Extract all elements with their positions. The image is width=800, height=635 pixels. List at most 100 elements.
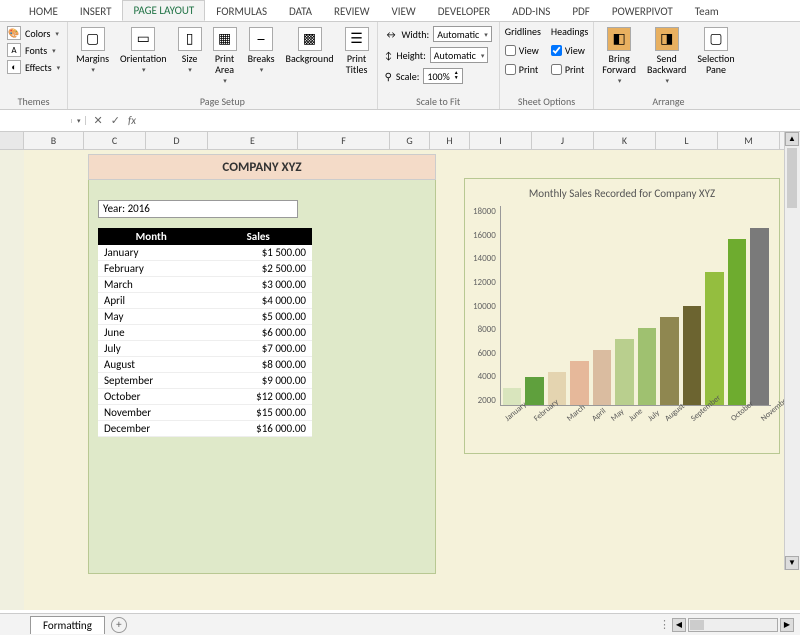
group-themes: 🎨Colors▾ AFonts▾ ◐Effects▾ Themes xyxy=(0,22,68,109)
headings-label: Headings xyxy=(551,25,588,38)
chart-bar xyxy=(638,328,657,405)
size-button[interactable]: ▯Size▾ xyxy=(175,25,205,76)
column-header[interactable]: C xyxy=(84,132,146,149)
tab-split-icon[interactable]: ⋮ xyxy=(659,618,670,631)
formula-bar: ▾ ✕ ✓ fx xyxy=(0,110,800,132)
spinner-icon[interactable]: ▲▼ xyxy=(454,71,459,81)
tab-home[interactable]: HOME xyxy=(18,1,69,21)
height-control[interactable]: ↕Height: Automatic▾ xyxy=(383,46,494,64)
scale-combo[interactable]: 100%▲▼ xyxy=(423,68,462,84)
bring-forward-button[interactable]: ◧Bring Forward▾ xyxy=(599,25,639,87)
table-row[interactable]: July$7 000.00 xyxy=(98,341,312,357)
scale-control[interactable]: ⚲Scale: 100%▲▼ xyxy=(383,67,494,85)
new-sheet-button[interactable]: + xyxy=(111,617,127,633)
chevron-down-icon: ▾ xyxy=(142,66,146,74)
year-cell[interactable]: Year: 2016 xyxy=(98,200,298,218)
height-combo[interactable]: Automatic▾ xyxy=(430,47,489,63)
chart[interactable]: Monthly Sales Recorded for Company XYZ 1… xyxy=(464,178,780,454)
chart-bar xyxy=(705,272,724,405)
table-row[interactable]: February$2 500.00 xyxy=(98,261,312,277)
column-header[interactable]: E xyxy=(208,132,298,149)
column-header[interactable]: K xyxy=(594,132,656,149)
orientation-button[interactable]: ▭Orientation▾ xyxy=(117,25,170,76)
chevron-down-icon: ▾ xyxy=(481,51,485,60)
column-header[interactable]: F xyxy=(298,132,390,149)
group-scale-to-fit: ↔Width: Automatic▾ ↕Height: Automatic▾ ⚲… xyxy=(378,22,500,109)
column-header[interactable]: L xyxy=(656,132,718,149)
background-button[interactable]: ▩Background xyxy=(283,25,337,66)
column-header[interactable]: B xyxy=(24,132,84,149)
fonts-button[interactable]: AFonts▾ xyxy=(5,42,62,58)
table-row[interactable]: May$5 000.00 xyxy=(98,309,312,325)
tab-add-ins[interactable]: ADD-INS xyxy=(501,1,561,21)
effects-button[interactable]: ◐Effects▾ xyxy=(5,59,62,75)
scroll-left-icon[interactable]: ◀ xyxy=(672,618,686,632)
tab-insert[interactable]: INSERT xyxy=(69,1,123,21)
print-area-button[interactable]: ▦Print Area▾ xyxy=(210,25,240,87)
width-combo[interactable]: Automatic▾ xyxy=(433,26,492,42)
table-row[interactable]: August$8 000.00 xyxy=(98,357,312,373)
margins-icon: ▢ xyxy=(81,27,105,51)
column-header[interactable]: M xyxy=(718,132,780,149)
name-box-dropdown-icon[interactable]: ▾ xyxy=(73,116,86,125)
margins-button[interactable]: ▢Margins▾ xyxy=(73,25,112,76)
group-page-setup: ▢Margins▾ ▭Orientation▾ ▯Size▾ ▦Print Ar… xyxy=(68,22,377,109)
breaks-icon: ⎯ xyxy=(249,27,273,51)
sheet-tab-formatting[interactable]: Formatting xyxy=(30,616,105,634)
scroll-right-icon[interactable]: ▶ xyxy=(780,618,794,632)
tab-developer[interactable]: DEVELOPER xyxy=(427,1,501,21)
select-all-corner[interactable] xyxy=(0,132,24,149)
formula-input[interactable] xyxy=(144,119,800,123)
chevron-down-icon: ▾ xyxy=(223,77,227,85)
vertical-scrollbar[interactable]: ▲ ▼ xyxy=(784,132,800,570)
column-header[interactable]: J xyxy=(532,132,594,149)
tab-review[interactable]: REVIEW xyxy=(323,1,381,21)
tab-formulas[interactable]: FORMULAS xyxy=(205,1,278,21)
table-row[interactable]: December$16 000.00 xyxy=(98,421,312,437)
chevron-down-icon: ▾ xyxy=(665,77,669,85)
colors-button[interactable]: 🎨Colors▾ xyxy=(5,25,62,41)
worksheet-area[interactable]: COMPANY XYZ Year: 2016 Month Sales Janua… xyxy=(0,150,800,610)
selection-pane-button[interactable]: ▢Selection Pane xyxy=(694,25,737,77)
tab-powerpivot[interactable]: POWERPIVOT xyxy=(601,1,684,21)
gridlines-view-checkbox[interactable]: View xyxy=(505,44,541,57)
gridlines-print-checkbox[interactable]: Print xyxy=(505,63,541,76)
tab-team[interactable]: Team xyxy=(684,1,730,21)
table-row[interactable]: June$6 000.00 xyxy=(98,325,312,341)
table-row[interactable]: November$15 000.00 xyxy=(98,405,312,421)
horizontal-scrollbar[interactable]: ⋮ ◀ ▶ xyxy=(659,618,794,632)
table-row[interactable]: March$3 000.00 xyxy=(98,277,312,293)
tab-data[interactable]: DATA xyxy=(278,1,323,21)
tab-page-layout[interactable]: PAGE LAYOUT xyxy=(122,0,205,21)
scroll-thumb[interactable] xyxy=(787,148,797,208)
print-titles-button[interactable]: ☰Print Titles xyxy=(342,25,372,77)
table-row[interactable]: October$12 000.00 xyxy=(98,389,312,405)
headings-print-checkbox[interactable]: Print xyxy=(551,63,588,76)
column-header[interactable]: D xyxy=(146,132,208,149)
chart-bar xyxy=(593,350,612,405)
column-header[interactable]: G xyxy=(390,132,430,149)
print-area-icon: ▦ xyxy=(213,27,237,51)
colors-icon: 🎨 xyxy=(7,26,21,40)
chart-bar xyxy=(660,317,679,405)
scroll-up-icon[interactable]: ▲ xyxy=(785,132,799,146)
column-header[interactable]: H xyxy=(430,132,470,149)
name-box[interactable] xyxy=(0,119,72,123)
table-row[interactable]: April$4 000.00 xyxy=(98,293,312,309)
headings-view-checkbox[interactable]: View xyxy=(551,44,588,57)
breaks-button[interactable]: ⎯Breaks▾ xyxy=(245,25,278,76)
table-row[interactable]: September$9 000.00 xyxy=(98,373,312,389)
scroll-down-icon[interactable]: ▼ xyxy=(785,556,799,570)
cancel-icon[interactable]: ✕ xyxy=(94,114,103,127)
tab-view[interactable]: VIEW xyxy=(381,1,427,21)
table-row[interactable]: January$1 500.00 xyxy=(98,245,312,261)
send-backward-button[interactable]: ◨Send Backward▾ xyxy=(644,25,689,87)
width-control[interactable]: ↔Width: Automatic▾ xyxy=(383,25,494,43)
scroll-thumb[interactable] xyxy=(690,620,704,630)
fx-icon[interactable]: fx xyxy=(128,114,136,127)
column-header[interactable]: I xyxy=(470,132,532,149)
sales-table[interactable]: Month Sales January$1 500.00February$2 5… xyxy=(98,228,312,437)
tab-pdf[interactable]: PDF xyxy=(561,1,601,21)
enter-icon[interactable]: ✓ xyxy=(111,114,120,127)
chart-bar xyxy=(570,361,589,405)
